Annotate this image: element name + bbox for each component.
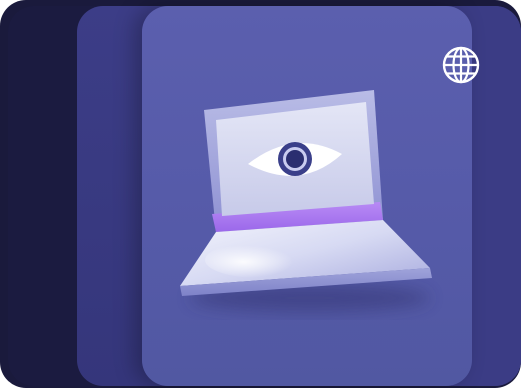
illustration-stage — [0, 0, 521, 388]
laptop-illustration — [160, 80, 460, 320]
globe-icon[interactable] — [440, 44, 482, 86]
